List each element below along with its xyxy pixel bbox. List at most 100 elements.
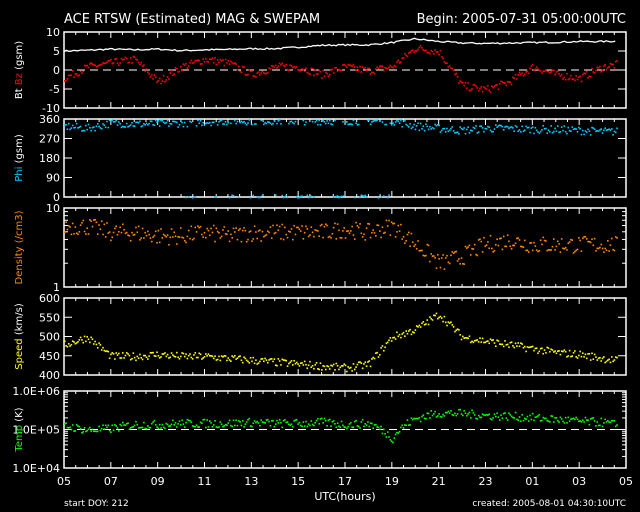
chart-title: ACE RTSW (Estimated) MAG & SWEPAM [64, 12, 320, 27]
data-point-density [249, 230, 252, 232]
data-point-phi [382, 195, 385, 197]
data-point-bz [176, 67, 178, 70]
data-point-speed [439, 315, 442, 318]
data-point-density [397, 224, 400, 227]
data-point-phi [398, 122, 401, 124]
data-point-temp [239, 421, 241, 423]
data-point-phi [550, 125, 552, 127]
data-point-temp [520, 420, 522, 423]
data-point-bz [481, 90, 484, 93]
data-point-bz [237, 65, 240, 68]
data-point-bz [534, 68, 537, 70]
data-point-temp [317, 417, 319, 420]
data-point-speed [82, 341, 85, 344]
data-point-temp [70, 428, 73, 431]
data-point-speed [382, 349, 385, 352]
data-point-temp [330, 425, 332, 427]
data-point-density [437, 254, 439, 256]
data-point-speed [516, 345, 518, 347]
data-point-bz [357, 69, 360, 72]
data-point-speed [459, 334, 462, 336]
data-point-density [285, 233, 288, 236]
data-point-phi [365, 196, 368, 198]
data-point-temp [380, 425, 382, 428]
data-point-bz [473, 84, 476, 86]
data-point-speed [533, 349, 535, 352]
data-point-speed [187, 354, 190, 357]
data-point-temp [210, 422, 212, 424]
data-point-density [584, 236, 587, 238]
data-point-speed [147, 358, 149, 360]
data-point-speed [538, 350, 541, 353]
y-tick-label: 1.0E+04 [12, 462, 60, 475]
data-point-speed [596, 359, 599, 361]
data-point-density [143, 237, 145, 239]
data-point-density [560, 238, 563, 240]
data-point-speed [211, 355, 214, 358]
data-point-density [527, 251, 530, 253]
data-point-density [256, 237, 259, 240]
data-point-density [234, 231, 236, 233]
data-point-density [203, 231, 206, 234]
data-point-bz [456, 76, 459, 78]
data-point-phi [376, 119, 378, 121]
data-point-bz [446, 62, 448, 65]
data-point-speed [523, 345, 526, 348]
data-point-density [140, 237, 143, 239]
data-point-bz [336, 70, 339, 72]
data-point-temp [102, 424, 104, 427]
created-time: created: 2005-08-01 04:30:10UTC [472, 499, 626, 509]
data-point-bz [326, 72, 328, 75]
data-point-speed [363, 363, 365, 365]
data-point-phi [98, 125, 100, 128]
data-point-speed [118, 352, 120, 355]
data-point-phi [103, 124, 106, 127]
data-point-speed [157, 354, 160, 357]
data-point-density [276, 224, 278, 227]
data-point-bz [568, 77, 571, 80]
data-point-speed [434, 314, 436, 317]
data-point-speed [451, 324, 454, 326]
data-point-density [261, 230, 264, 233]
data-point-density [568, 241, 571, 243]
data-point-bz [589, 75, 592, 78]
data-point-density [278, 225, 281, 228]
data-point-phi [85, 124, 87, 127]
data-point-density [210, 227, 212, 230]
data-point-phi [306, 194, 309, 197]
data-point-phi [75, 122, 78, 125]
data-point-phi [210, 124, 212, 127]
data-point-density [408, 231, 410, 234]
data-point-phi [480, 125, 483, 128]
data-point-density [545, 240, 547, 242]
data-point-temp [201, 422, 203, 425]
x-tick-label: 23 [479, 475, 493, 488]
data-point-speed [413, 331, 415, 334]
data-point-speed [270, 358, 273, 360]
data-point-density [321, 223, 323, 226]
data-point-temp [563, 422, 566, 424]
data-point-density [609, 244, 612, 246]
data-point-speed [179, 355, 182, 358]
data-point-density [317, 230, 319, 232]
data-point-speed [83, 335, 86, 338]
data-point-density [231, 236, 233, 239]
data-point-temp [386, 431, 389, 433]
data-point-density [147, 230, 149, 233]
data-point-density [98, 224, 100, 226]
data-point-temp [473, 414, 476, 416]
data-point-bz [413, 51, 415, 53]
data-point-speed [176, 351, 178, 354]
data-point-density [571, 239, 574, 241]
data-point-bz [257, 71, 260, 73]
data-point-density [393, 222, 396, 225]
data-point-density [298, 228, 301, 231]
data-point-bz [433, 53, 435, 55]
data-point-speed [603, 356, 605, 358]
data-point-temp [526, 415, 529, 418]
data-point-density [338, 229, 340, 232]
data-point-bz [198, 59, 201, 62]
data-point-density [542, 236, 545, 239]
data-point-speed [302, 364, 305, 366]
data-point-bz [255, 76, 257, 78]
